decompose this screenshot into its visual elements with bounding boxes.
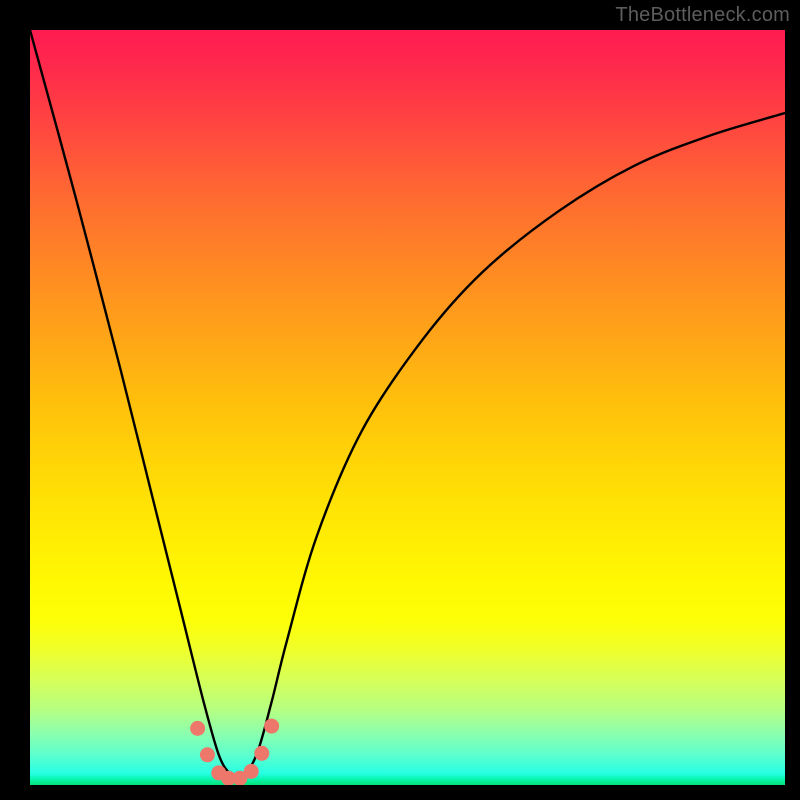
chart-frame: TheBottleneck.com [0, 0, 800, 800]
plot-background [30, 30, 785, 785]
watermark-text: TheBottleneck.com [615, 4, 790, 27]
